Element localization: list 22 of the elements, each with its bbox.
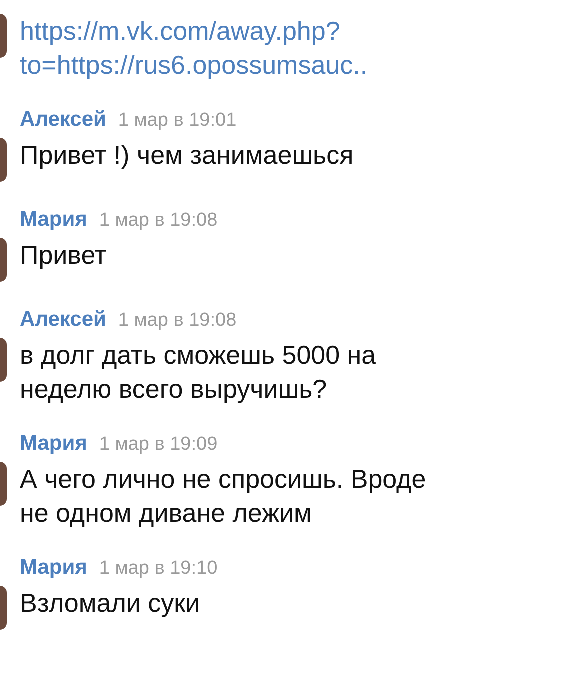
message-time: 1 мар в 19:08 [118,310,237,332]
message-link[interactable]: https://m.vk.com/away.php? to=https://rus6.opossumsauc.. [20,14,368,82]
message-time: 1 мар в 19:09 [99,434,218,456]
message-text: Привет [20,239,108,272]
message-time: 1 мар в 19:01 [118,110,237,132]
avatar-placeholder [0,138,7,182]
author-name: Алексей [20,308,106,332]
author-name: Алексей [20,108,106,132]
message-text: А чего лично не спросишь. Вроде не одном диване лежим [20,463,426,530]
message-time: 1 мар в 19:10 [99,558,218,580]
avatar-placeholder [0,462,7,506]
avatar-placeholder [0,238,7,282]
message-text: Взломали суки [20,587,202,620]
message-text: в долг дать сможешь 5000 на неделю всего выручишь? [20,339,376,406]
author-name: Мария [20,208,88,232]
avatar-placeholder [0,14,7,58]
author-name: Мария [20,556,88,580]
author-name: Мария [20,432,88,456]
message-text: Привет !) чем занимаешься [20,139,354,172]
message-time: 1 мар в 19:08 [99,210,218,232]
avatar-placeholder [0,338,7,382]
avatar-placeholder [0,586,7,630]
